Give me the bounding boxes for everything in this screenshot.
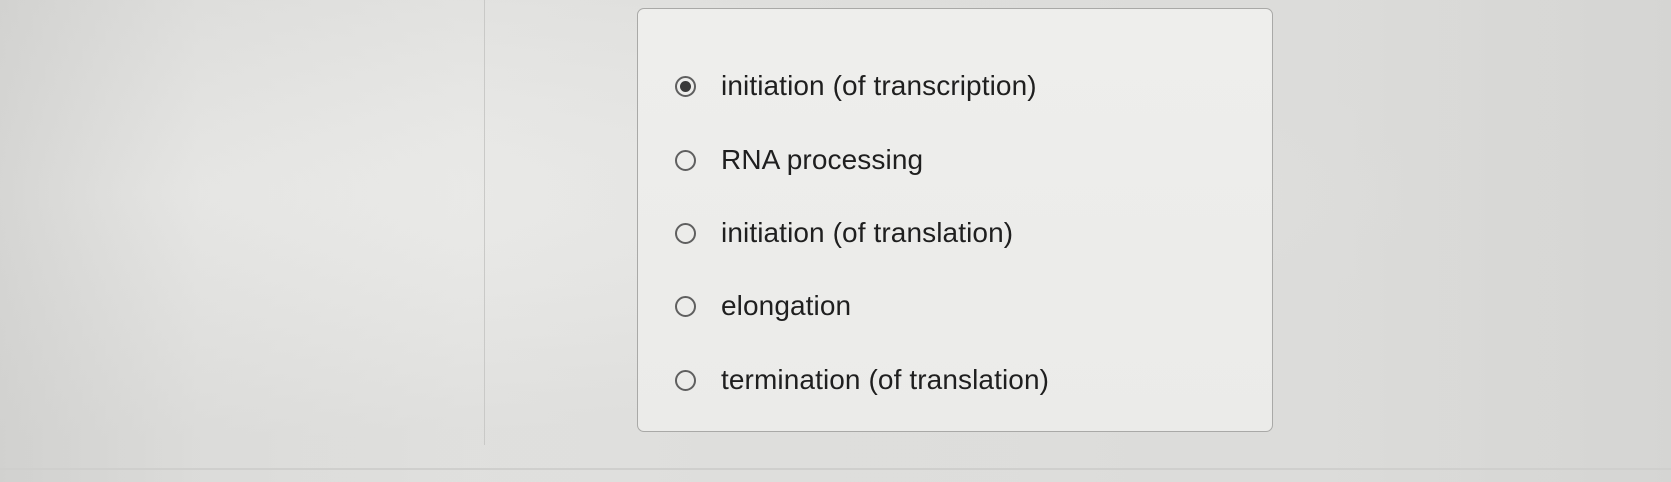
radio-button[interactable] <box>675 222 696 244</box>
radio-button[interactable] <box>675 149 696 171</box>
vertical-divider <box>484 0 485 445</box>
radio-button[interactable] <box>675 295 696 317</box>
option-label: elongation <box>721 290 852 321</box>
option-label: initiation (of translation) <box>721 217 1014 248</box>
option-label: RNA processing <box>721 144 924 175</box>
option-termination-translation[interactable]: termination (of translation) <box>675 362 1049 398</box>
bottom-divider <box>0 468 1671 470</box>
answer-options-panel: initiation (of transcription) RNA proces… <box>637 8 1273 432</box>
option-elongation[interactable]: elongation <box>675 288 851 324</box>
option-rna-processing[interactable]: RNA processing <box>675 142 923 178</box>
option-label: termination (of translation) <box>721 364 1050 395</box>
radio-button-selected[interactable] <box>675 75 696 97</box>
option-initiation-translation[interactable]: initiation (of translation) <box>675 215 1013 251</box>
option-initiation-transcription[interactable]: initiation (of transcription) <box>675 68 1037 104</box>
option-label: initiation (of transcription) <box>721 70 1037 101</box>
radio-button[interactable] <box>675 369 696 391</box>
